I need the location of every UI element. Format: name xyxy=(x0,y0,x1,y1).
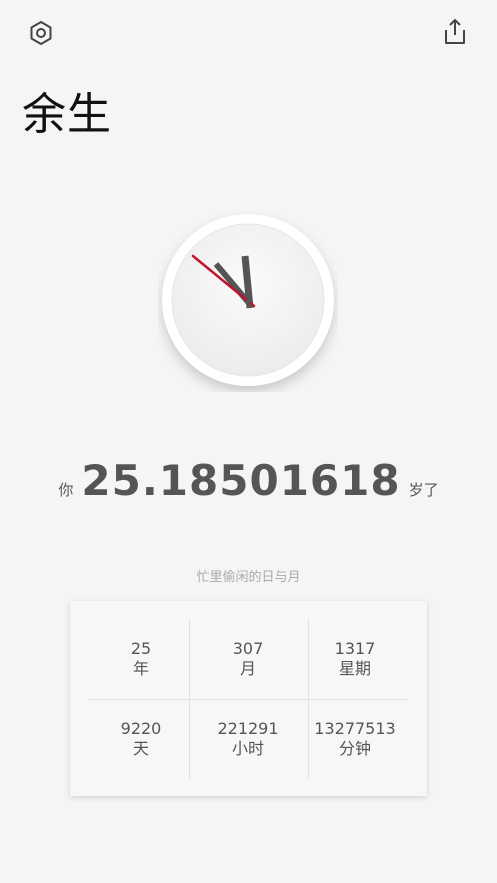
stat-unit: 分钟 xyxy=(338,739,371,758)
stat-minutes: 13277513 分钟 xyxy=(302,699,408,779)
stat-unit: 月 xyxy=(239,659,256,678)
stat-months: 307 月 xyxy=(195,619,301,699)
age-display: 你 25.18501618 岁了 xyxy=(0,456,497,505)
age-prefix: 你 xyxy=(58,481,74,499)
stat-weeks: 1317 星期 xyxy=(302,619,408,699)
stat-value: 9220 xyxy=(120,719,162,738)
share-button[interactable] xyxy=(440,17,470,47)
stat-unit: 小时 xyxy=(231,739,264,758)
age-value: 25.18501618 xyxy=(81,456,401,505)
analog-clock xyxy=(158,212,338,392)
stats-caption: 忙里偷闲的日与月 xyxy=(196,570,301,585)
settings-hexagon-icon xyxy=(30,21,52,45)
stat-value: 25 xyxy=(130,639,152,658)
stat-unit: 天 xyxy=(132,739,149,758)
stats-grid: 25 年 307 月 1317 星期 9220 天 221291 小时 1327… xyxy=(88,619,408,779)
share-icon xyxy=(445,19,465,44)
stat-days: 9220 天 xyxy=(88,699,194,779)
stat-value: 1317 xyxy=(334,639,376,658)
stat-value: 221291 xyxy=(217,719,279,738)
stat-hours: 221291 小时 xyxy=(195,699,301,779)
clock-center-pin xyxy=(245,299,251,305)
stats-card: 25 年 307 月 1317 星期 9220 天 221291 小时 1327… xyxy=(70,601,427,796)
stat-unit: 星期 xyxy=(338,659,371,678)
settings-button[interactable] xyxy=(26,18,56,48)
stat-value: 13277513 xyxy=(314,719,396,738)
top-bar xyxy=(0,0,497,70)
stat-unit: 年 xyxy=(132,659,149,678)
stat-value: 307 xyxy=(232,639,264,658)
page-title: 余生 xyxy=(22,89,112,140)
clock-face-svg xyxy=(162,214,334,386)
stat-years: 25 年 xyxy=(88,619,194,699)
age-suffix: 岁了 xyxy=(408,481,439,499)
